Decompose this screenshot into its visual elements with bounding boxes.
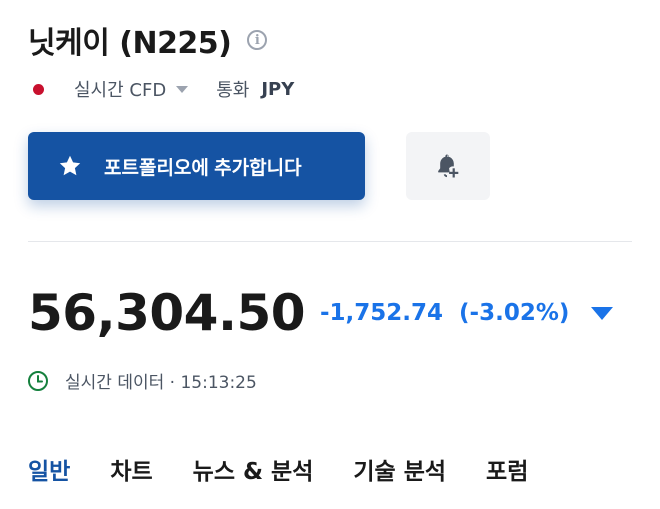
add-to-portfolio-label: 포트폴리오에 추가합니다 <box>104 157 302 179</box>
title-row: 닛케이 (N225) i <box>28 18 268 62</box>
change-percent: (-3.02%) <box>459 300 570 326</box>
tab-bar: 일반 차트 뉴스 & 분석 기술 분석 포럼 <box>28 452 568 486</box>
currency-label: 통화 <box>216 80 250 101</box>
chevron-down-icon[interactable] <box>176 85 189 93</box>
page-title: 닛케이 (N225) <box>28 26 232 61</box>
down-arrow-icon <box>591 306 614 320</box>
change-value: -1,752.74 <box>320 300 444 326</box>
realtime-status: 실시간 데이터 · 15:13:25 <box>27 368 257 393</box>
tab-technical-analysis[interactable]: 기술 분석 <box>353 452 446 486</box>
tab-forum[interactable]: 포럼 <box>486 452 528 486</box>
last-price: 56,304.50 <box>28 284 306 342</box>
tab-overview[interactable]: 일반 <box>28 452 70 486</box>
tab-chart[interactable]: 차트 <box>110 452 152 486</box>
star-icon <box>59 155 81 176</box>
meta-row: 실시간 CFD 통화 JPY <box>33 76 294 102</box>
bell-plus-icon <box>438 154 459 178</box>
clock-icon <box>28 370 48 391</box>
add-to-portfolio-button[interactable]: 포트폴리오에 추가합니다 <box>28 132 365 200</box>
japan-flag-icon <box>33 83 44 95</box>
tab-news-analysis[interactable]: 뉴스 & 분석 <box>193 452 314 486</box>
realtime-text: 실시간 데이터 · 15:13:25 <box>65 373 257 393</box>
info-icon[interactable]: i <box>247 30 268 50</box>
divider <box>28 241 632 242</box>
add-alert-button[interactable] <box>406 132 490 200</box>
market-mode-label[interactable]: 실시간 CFD <box>74 76 166 102</box>
price-change: -1,752.74 (-3.02%) <box>320 300 614 326</box>
currency-value: JPY <box>261 78 295 100</box>
